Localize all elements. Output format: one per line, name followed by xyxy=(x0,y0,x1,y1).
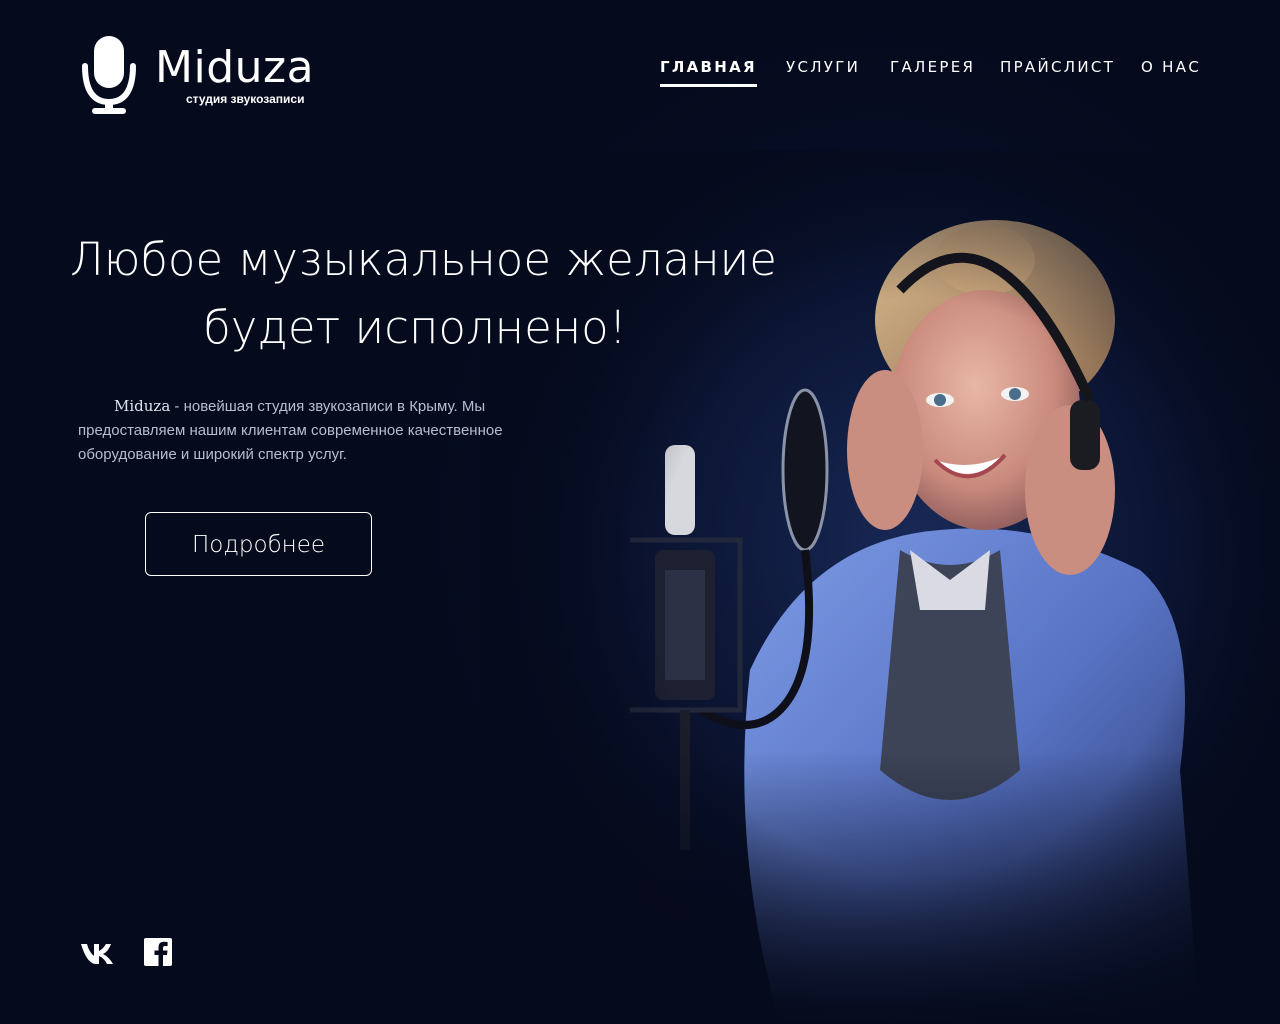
nav-item-home[interactable]: Главная xyxy=(660,58,757,87)
nav-item-services[interactable]: Услуги xyxy=(786,58,860,76)
hero-description: Miduza - новейшая студия звукозаписи в К… xyxy=(78,394,538,467)
hero-title-line1: Любое музыкальное желание xyxy=(70,233,777,286)
nav-item-pricelist[interactable]: Прайслист xyxy=(1000,58,1115,76)
hero-title: Любое музыкальное желание будет исполнен… xyxy=(70,226,777,362)
logo-name: Miduza xyxy=(155,42,315,93)
nav-item-gallery[interactable]: Галерея xyxy=(890,58,975,76)
landing-page: Miduza студия звукозаписи Главная Услуги… xyxy=(0,0,1280,1024)
hero-title-line2: будет исполнено! xyxy=(203,301,627,354)
logo-subtitle: студия звукозаписи xyxy=(186,92,305,106)
vk-icon[interactable] xyxy=(80,938,116,968)
facebook-icon[interactable] xyxy=(144,938,172,966)
hero-desc-brand: Miduza xyxy=(114,397,171,415)
main-nav: Главная Услуги Галерея Прайслист О нас xyxy=(660,58,1200,92)
microphone-icon xyxy=(82,36,136,114)
logo[interactable]: Miduza студия звукозаписи xyxy=(80,34,320,116)
nav-item-about[interactable]: О нас xyxy=(1141,58,1201,76)
more-button[interactable]: Подробнее xyxy=(145,512,372,576)
